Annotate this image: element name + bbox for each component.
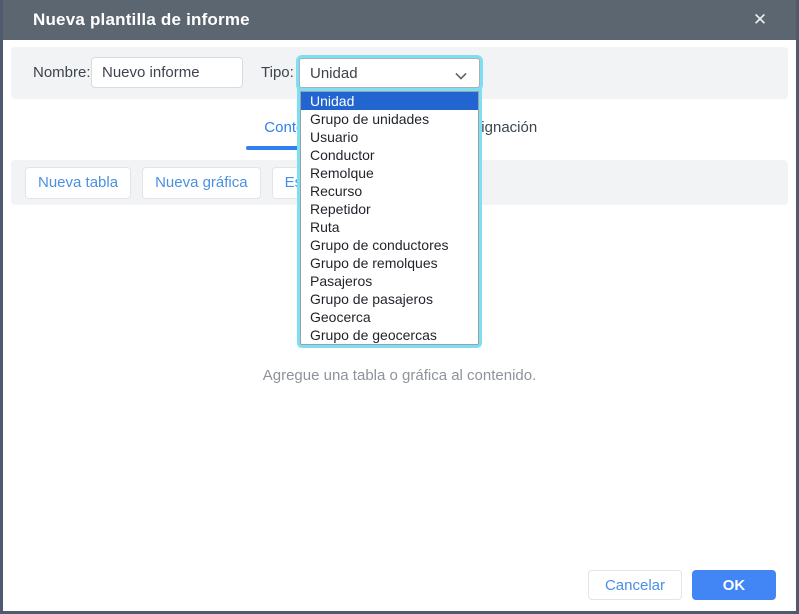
report-name-input[interactable] (91, 57, 243, 88)
new-chart-button[interactable]: Nueva gráfica (142, 167, 261, 199)
type-label: Tipo: (261, 64, 294, 81)
new-table-button[interactable]: Nueva tabla (25, 167, 131, 199)
dropdown-option-remolque[interactable]: Remolque (301, 164, 478, 182)
cancel-button[interactable]: Cancelar (588, 570, 682, 600)
type-select[interactable]: Unidad (299, 58, 480, 88)
dropdown-option-ruta[interactable]: Ruta (301, 218, 478, 236)
dropdown-option-pasajeros[interactable]: Pasajeros (301, 272, 478, 290)
dropdown-option-conductor[interactable]: Conductor (301, 146, 478, 164)
dropdown-option-grupo-de-unidades[interactable]: Grupo de unidades (301, 110, 478, 128)
type-dropdown-list: Unidad Grupo de unidades Usuario Conduct… (300, 91, 479, 345)
dropdown-option-unidad[interactable]: Unidad (301, 92, 478, 110)
dropdown-option-grupo-de-conductores[interactable]: Grupo de conductores (301, 236, 478, 254)
dialog-footer: Cancelar OK (588, 570, 776, 600)
dropdown-option-repetidor[interactable]: Repetidor (301, 200, 478, 218)
type-select-value: Unidad (310, 65, 358, 82)
name-label: Nombre: (33, 64, 91, 81)
new-report-template-dialog: Nueva plantilla de informe ✕ Nombre: Tip… (0, 0, 799, 614)
close-icon[interactable]: ✕ (743, 0, 777, 40)
dropdown-option-grupo-de-geocercas[interactable]: Grupo de geocercas (301, 326, 478, 344)
dialog-titlebar: Nueva plantilla de informe ✕ (0, 0, 799, 40)
dropdown-option-grupo-de-remolques[interactable]: Grupo de remolques (301, 254, 478, 272)
empty-content-hint: Agregue una tabla o gráfica al contenido… (3, 367, 796, 384)
dropdown-option-recurso[interactable]: Recurso (301, 182, 478, 200)
dropdown-option-geocerca[interactable]: Geocerca (301, 308, 478, 326)
ok-button[interactable]: OK (692, 570, 776, 600)
chevron-down-icon (456, 69, 465, 78)
dialog-title: Nueva plantilla de informe (0, 10, 250, 30)
dropdown-option-grupo-de-pasajeros[interactable]: Grupo de pasajeros (301, 290, 478, 308)
dropdown-option-usuario[interactable]: Usuario (301, 128, 478, 146)
